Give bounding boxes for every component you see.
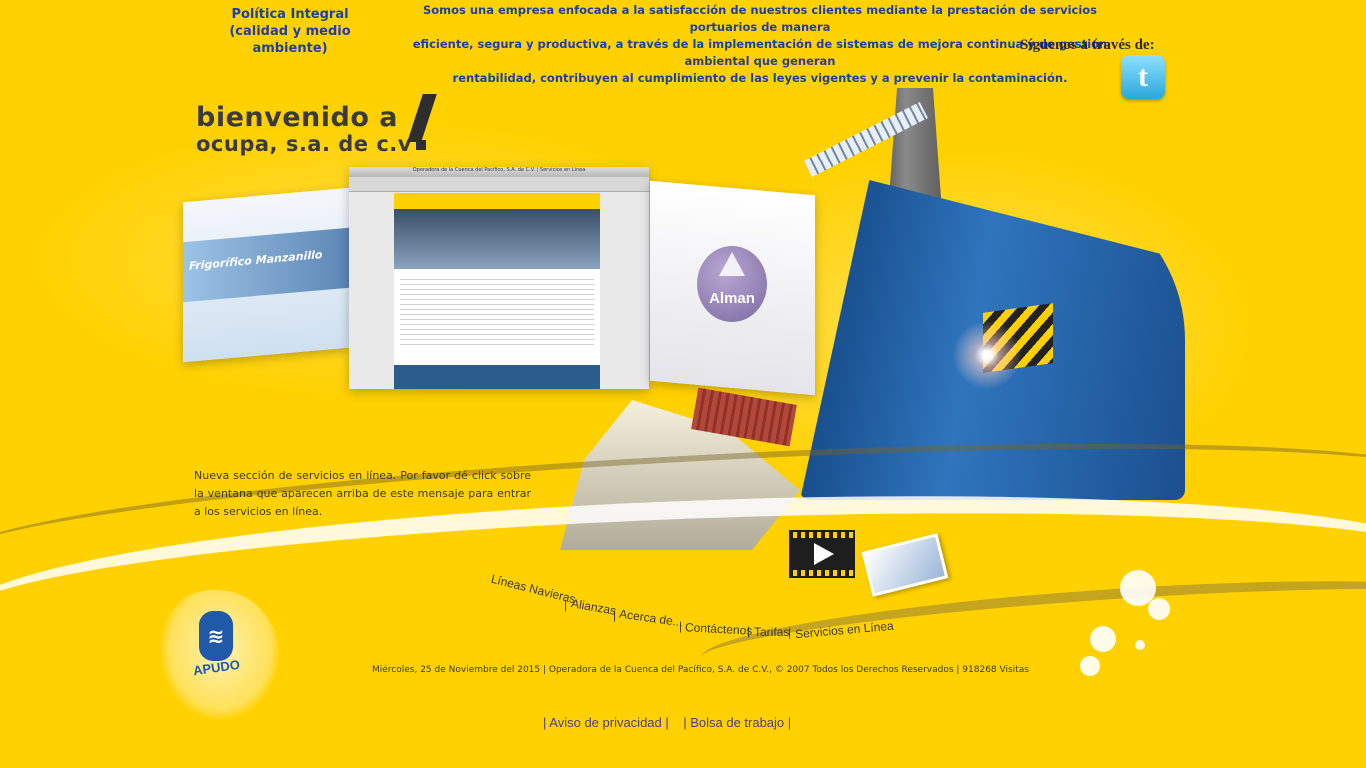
welcome-line1: bienvenido a: [196, 102, 399, 133]
alman-logo-text: Alman: [709, 289, 755, 307]
nav-separator: |: [679, 619, 683, 633]
welcome-line2: ocupa, s.a. de c.v: [196, 132, 412, 156]
apudo-logo-icon[interactable]: ≋: [199, 611, 233, 661]
paint-splatter: [1090, 626, 1116, 652]
page-footer-strip: [394, 365, 600, 389]
screenshot-servicios-en-linea[interactable]: Operadora de la Cuenca del Pacífico, S.A…: [349, 167, 649, 389]
paint-splatter: [1148, 598, 1170, 620]
paint-splatter: [1135, 640, 1145, 650]
screenshot-frigorifico[interactable]: Frigorífico Manzanillo: [183, 187, 349, 363]
policy-title[interactable]: Política Integral (calidad y medio ambie…: [200, 6, 380, 57]
policy-title-line2[interactable]: (calidad y medio ambiente): [200, 23, 380, 57]
footer-info: Miércoles, 25 de Noviembre del 2015 | Op…: [372, 665, 1029, 675]
alman-triangle-icon: [719, 252, 745, 276]
policy-statement: Somos una empresa enfocada a la satisfac…: [395, 2, 1125, 87]
policy-statement-line2: eficiente, segura y productiva, a través…: [412, 37, 1108, 68]
page-header-strip: [394, 193, 600, 209]
nav-separator: |: [564, 598, 568, 612]
light-flare: [952, 320, 1022, 390]
policy-statement-line1: Somos una empresa enfocada a la satisfac…: [422, 3, 1098, 34]
main-nav: Líneas Navieras | Alianzas | Acerca de..…: [490, 572, 895, 648]
play-triangle-icon: [814, 543, 834, 565]
nav-acerca-de[interactable]: Acerca de...: [618, 607, 683, 630]
nav-contactenos[interactable]: Contáctenos: [685, 620, 753, 638]
nav-servicios-en-linea[interactable]: Servicios en Línea: [795, 619, 895, 642]
browser-toolbar: [349, 177, 649, 192]
nav-separator: |: [788, 625, 792, 639]
online-services-intro: Nueva sección de servicios en línea. Por…: [194, 469, 531, 518]
policy-title-line1[interactable]: Política Integral: [200, 6, 380, 23]
browser-titlebar: Operadora de la Cuenca del Pacífico, S.A…: [349, 167, 649, 177]
page-text-lines: [400, 275, 594, 345]
policy-statement-line3: rentabilidad, contribuyen al cumplimient…: [452, 71, 1068, 85]
browser-page: [394, 193, 600, 389]
nav-alianzas[interactable]: Alianzas: [570, 596, 617, 618]
job-board-link[interactable]: | Bolsa de trabajo |: [683, 715, 791, 730]
bottom-links: | Aviso de privacidad | | Bolsa de traba…: [543, 715, 791, 730]
nav-tarifas[interactable]: Tarifas: [754, 625, 789, 639]
nav-separator: |: [747, 624, 751, 638]
nav-separator: |: [613, 608, 617, 622]
twitter-icon[interactable]: t: [1121, 55, 1165, 99]
privacy-link[interactable]: | Aviso de privacidad |: [543, 715, 669, 730]
paint-splatter: [1080, 656, 1100, 676]
welcome-dot-mark: [416, 140, 426, 150]
page-hero-image: [394, 209, 600, 269]
video-play-icon[interactable]: [789, 530, 855, 578]
follow-us-label: Síguenos a través de:: [1020, 37, 1155, 53]
welcome-heading: bienvenido a ocupa, s.a. de c.v: [196, 102, 412, 157]
